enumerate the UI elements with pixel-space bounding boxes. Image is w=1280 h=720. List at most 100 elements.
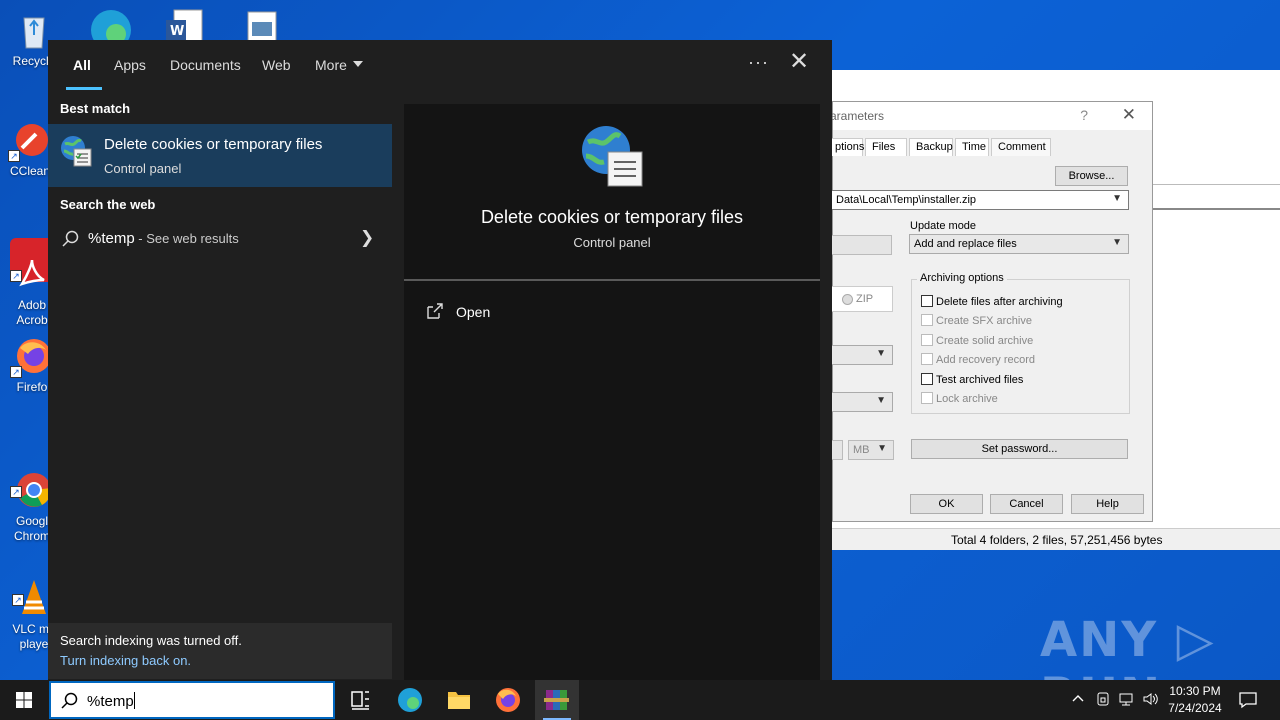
taskbar-file-explorer[interactable]	[437, 680, 481, 720]
device-icon[interactable]	[1095, 691, 1111, 720]
preview-title: Delete cookies or temporary files	[480, 207, 744, 227]
taskbar-edge[interactable]	[388, 680, 432, 720]
taskbar: %temp 10:30 PM 7/24/2024	[0, 680, 1280, 720]
status-text: Total 4 folders, 2 files, 57,251,456 byt…	[951, 533, 1163, 547]
ok-button[interactable]: OK	[910, 494, 983, 514]
option-create-solid: Create solid archive	[921, 334, 1033, 348]
indexing-notice-text: Search indexing was turned off.	[60, 633, 242, 648]
web-query: %temp	[88, 230, 135, 247]
internet-options-icon	[61, 136, 92, 167]
archive-name-field[interactable]: Data\Local\Temp\installer.zip ▼	[831, 190, 1129, 210]
zip-label: ZIP	[856, 293, 874, 305]
split-size-field	[831, 440, 843, 460]
tab-apps[interactable]: Apps	[114, 57, 146, 73]
network-icon[interactable]	[1118, 691, 1136, 720]
tab-more[interactable]: More	[315, 57, 363, 73]
preview-divider	[404, 279, 820, 281]
browse-button[interactable]: Browse...	[1055, 166, 1128, 186]
tab-all[interactable]: All	[73, 57, 91, 73]
close-icon[interactable]: ✕	[789, 50, 809, 74]
task-view-button[interactable]	[338, 680, 382, 720]
shortcut-arrow-icon: ↗	[12, 594, 24, 606]
tab-options[interactable]: ptions	[829, 138, 864, 156]
web-query-suffix: - See web results	[134, 231, 239, 246]
notification-icon[interactable]	[1238, 690, 1258, 720]
checkbox	[921, 392, 933, 404]
unit-select: MB ▼	[848, 440, 894, 460]
update-mode-value: Add and replace files	[914, 238, 1017, 250]
archiving-options-title: Archiving options	[917, 272, 1007, 284]
archiving-options-group: Archiving options Delete files after arc…	[911, 272, 1130, 414]
help-button[interactable]: Help	[1071, 494, 1144, 514]
chevron-down-icon: ▼	[876, 348, 886, 359]
text-caret	[133, 692, 135, 709]
tab-web[interactable]: Web	[262, 57, 291, 73]
indexing-notice: Search indexing was turned off. Turn ind…	[48, 623, 392, 679]
taskbar-search-input[interactable]: %temp	[49, 681, 335, 719]
desktop-icon-image-file[interactable]	[244, 10, 280, 40]
option-label: Add recovery record	[936, 354, 1036, 366]
dictionary-select[interactable]: ▼	[831, 392, 893, 412]
option-recovery-record: Add recovery record	[921, 353, 1035, 367]
zip-radio[interactable]	[842, 294, 853, 305]
results-list: Best match Delete cookies or temporary f…	[48, 92, 392, 680]
chevron-right-icon[interactable]: ❯	[360, 228, 374, 248]
best-match-subtitle: Control panel	[104, 161, 182, 176]
volume-icon[interactable]	[1142, 691, 1160, 720]
close-icon[interactable]: ✕	[1122, 105, 1136, 125]
web-search-result[interactable]: %temp - See web results ❯	[48, 224, 392, 254]
shortcut-arrow-icon: ↗	[10, 270, 22, 282]
option-label: Create SFX archive	[936, 315, 1032, 327]
option-label: Test archived files	[936, 374, 1024, 386]
folder-icon	[448, 692, 470, 709]
update-mode-select[interactable]: Add and replace files ▼	[909, 234, 1129, 254]
checkbox[interactable]	[921, 373, 933, 385]
start-button[interactable]	[0, 680, 48, 720]
tab-comment[interactable]: Comment	[991, 138, 1051, 156]
taskbar-firefox[interactable]	[486, 680, 530, 720]
option-delete-files[interactable]: Delete files after archiving	[921, 295, 1063, 309]
best-match-result[interactable]: Delete cookies or temporary files Contro…	[48, 124, 392, 187]
internet-options-icon	[582, 126, 643, 187]
divider	[1152, 184, 1280, 185]
desktop-icon-word-document[interactable]: W	[166, 8, 206, 40]
system-clock[interactable]: 10:30 PM 7/24/2024	[1160, 683, 1230, 717]
tab-files[interactable]: Files	[865, 138, 907, 156]
search-icon	[61, 692, 78, 709]
open-action[interactable]: Open	[426, 302, 626, 322]
search-web-header: Search the web	[60, 197, 156, 212]
word-document-icon: W	[166, 9, 203, 40]
help-icon[interactable]: ?	[1080, 107, 1088, 123]
checkbox[interactable]	[921, 295, 933, 307]
firefox-icon	[496, 688, 520, 712]
option-create-sfx: Create SFX archive	[921, 314, 1032, 328]
archive-parameters-dialog: arameters ? ✕ ptions Files Backup Time C…	[829, 101, 1153, 522]
taskbar-winrar[interactable]	[535, 680, 579, 720]
clock-time: 10:30 PM	[1169, 684, 1221, 698]
clock-date: 7/24/2024	[1168, 701, 1222, 715]
active-tab-indicator	[66, 87, 102, 90]
cancel-button[interactable]: Cancel	[990, 494, 1063, 514]
tab-backup[interactable]: Backup	[909, 138, 953, 156]
start-search-panel: All Apps Documents Web More ··· ✕ Best m…	[48, 40, 832, 680]
edge-icon	[91, 10, 131, 40]
shortcut-arrow-icon: ↗	[8, 150, 20, 162]
archive-path-value: Data\Local\Temp\installer.zip	[836, 194, 977, 206]
option-label: Lock archive	[936, 393, 998, 405]
tab-documents[interactable]: Documents	[170, 57, 241, 73]
turn-indexing-on-link[interactable]: Turn indexing back on.	[60, 653, 191, 668]
dialog-title: arameters	[830, 109, 885, 123]
chevron-up-icon[interactable]	[1071, 691, 1085, 720]
windows-logo-icon	[16, 692, 32, 708]
option-lock-archive: Lock archive	[921, 392, 998, 406]
compression-select[interactable]: ▼	[831, 345, 893, 365]
preview-subtitle: Control panel	[573, 235, 651, 250]
more-options-icon[interactable]: ···	[748, 52, 769, 73]
open-label: Open	[456, 304, 491, 320]
tab-time[interactable]: Time	[955, 138, 989, 156]
option-test-archived[interactable]: Test archived files	[921, 373, 1023, 387]
search-tabs-bar: All Apps Documents Web More ··· ✕	[48, 40, 832, 92]
set-password-button[interactable]: Set password...	[911, 439, 1128, 459]
best-match-header: Best match	[60, 101, 131, 116]
desktop-icon-edge[interactable]	[88, 4, 134, 40]
